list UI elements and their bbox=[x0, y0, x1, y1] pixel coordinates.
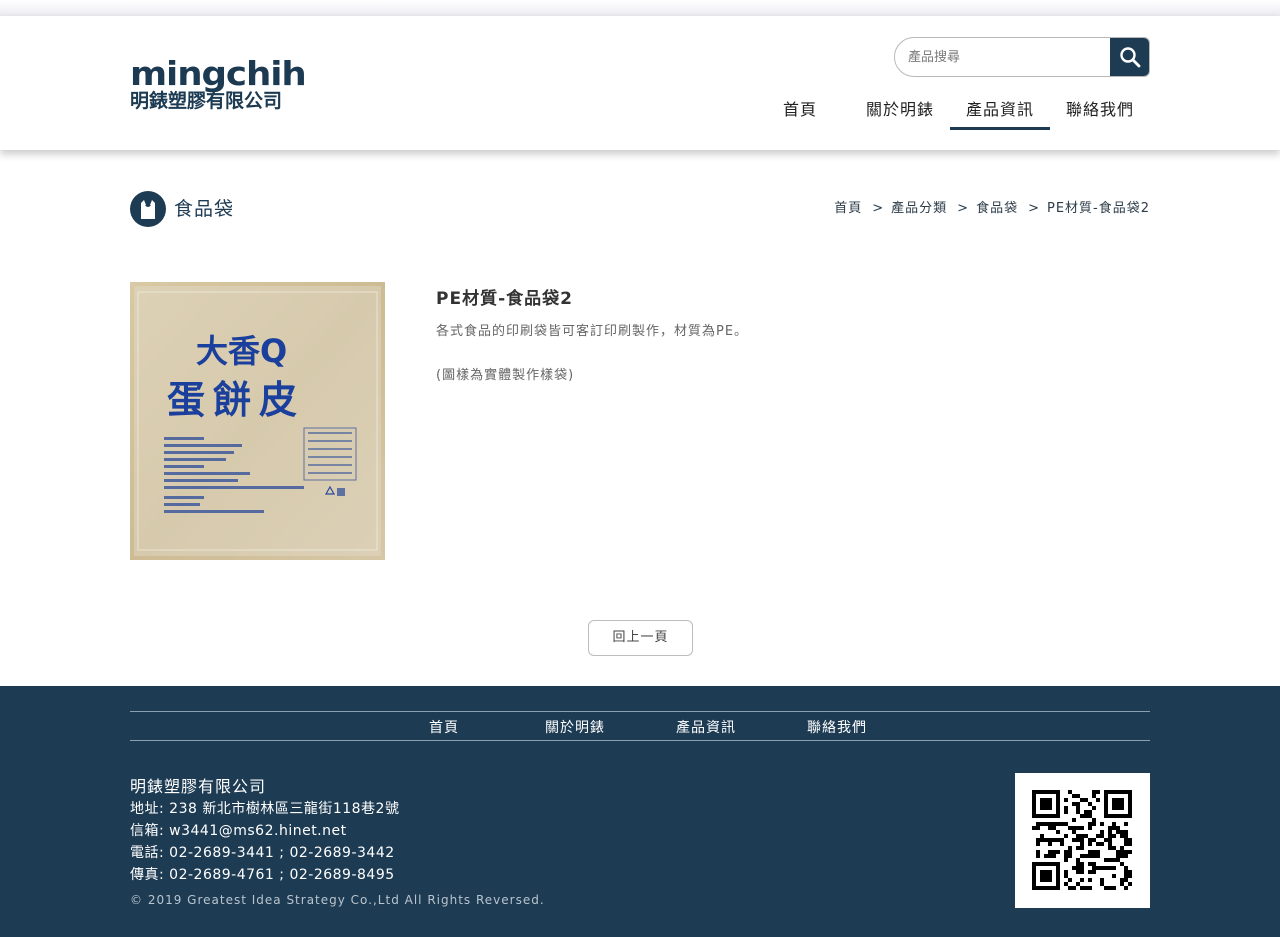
product-note: (圖樣為實體製作樣袋) bbox=[436, 368, 575, 383]
footer-nav-home[interactable]: 首頁 bbox=[429, 717, 459, 737]
product-title: PE材質-食品袋2 bbox=[436, 289, 573, 309]
site-header: mingchih 明錶塑膠有限公司 首頁 關於明錶 產品資訊 聯絡我們 bbox=[0, 16, 1280, 150]
footer-fax: 傳真: 02-2689-4761 ; 02-2689-8495 bbox=[130, 867, 395, 883]
footer-nav-about[interactable]: 關於明錶 bbox=[545, 717, 605, 737]
footer-email: 信箱: w3441@ms62.hinet.net bbox=[130, 823, 347, 839]
breadcrumb-current: PE材質-食品袋2 bbox=[1046, 201, 1150, 216]
site-footer: 首頁 關於明錶 產品資訊 聯絡我們 明錶塑膠有限公司 地址: 238 新北市樹林… bbox=[0, 686, 1280, 937]
nav-item-home[interactable]: 首頁 bbox=[750, 92, 850, 130]
product-image[interactable]: 大香Q 蛋餅皮 bbox=[130, 282, 385, 560]
shopping-bag-icon bbox=[130, 191, 166, 227]
search-box bbox=[894, 37, 1150, 77]
breadcrumb-home[interactable]: 首頁 bbox=[834, 201, 862, 216]
search-button[interactable] bbox=[1110, 38, 1149, 76]
top-strip bbox=[0, 0, 1280, 16]
search-input[interactable] bbox=[895, 38, 1110, 76]
nav-item-contact[interactable]: 聯絡我們 bbox=[1050, 92, 1150, 130]
breadcrumb-food-bags[interactable]: 食品袋 bbox=[976, 201, 1018, 216]
nav-item-about[interactable]: 關於明錶 bbox=[850, 92, 950, 130]
brand-logo-chinese: 明錶塑膠有限公司 bbox=[130, 90, 283, 112]
bag-print-line2: 蛋餅皮 bbox=[167, 378, 305, 422]
brand-logo-latin: mingchih bbox=[130, 54, 307, 93]
breadcrumb: 首頁 > 產品分類 > 食品袋 > PE材質-食品袋2 bbox=[834, 201, 1150, 216]
footer-copyright: © 2019 Greatest Idea Strategy Co.,Ltd Al… bbox=[130, 893, 545, 907]
nav-item-products[interactable]: 產品資訊 bbox=[950, 92, 1050, 130]
qr-code bbox=[1015, 773, 1150, 908]
breadcrumb-categories[interactable]: 產品分類 bbox=[891, 201, 947, 216]
page-title: 食品袋 bbox=[174, 198, 235, 220]
bag-print-line1: 大香Q bbox=[196, 332, 287, 370]
product-description: 各式食品的印刷袋皆可客訂印刷製作，材質為PE。 bbox=[436, 324, 749, 339]
search-icon bbox=[1120, 47, 1141, 68]
back-button[interactable]: 回上一頁 bbox=[588, 620, 693, 656]
footer-phone: 電話: 02-2689-3441 ; 02-2689-3442 bbox=[130, 845, 395, 861]
footer-address: 地址: 238 新北市樹林區三龍街118巷2號 bbox=[130, 801, 400, 817]
brand-logo[interactable]: mingchih 明錶塑膠有限公司 bbox=[130, 57, 307, 112]
footer-divider-bottom bbox=[130, 740, 1150, 741]
footer-divider-top bbox=[130, 711, 1150, 712]
footer-nav-contact[interactable]: 聯絡我們 bbox=[807, 717, 867, 737]
footer-nav-products[interactable]: 產品資訊 bbox=[676, 717, 736, 737]
footer-company-name: 明錶塑膠有限公司 bbox=[130, 777, 267, 796]
